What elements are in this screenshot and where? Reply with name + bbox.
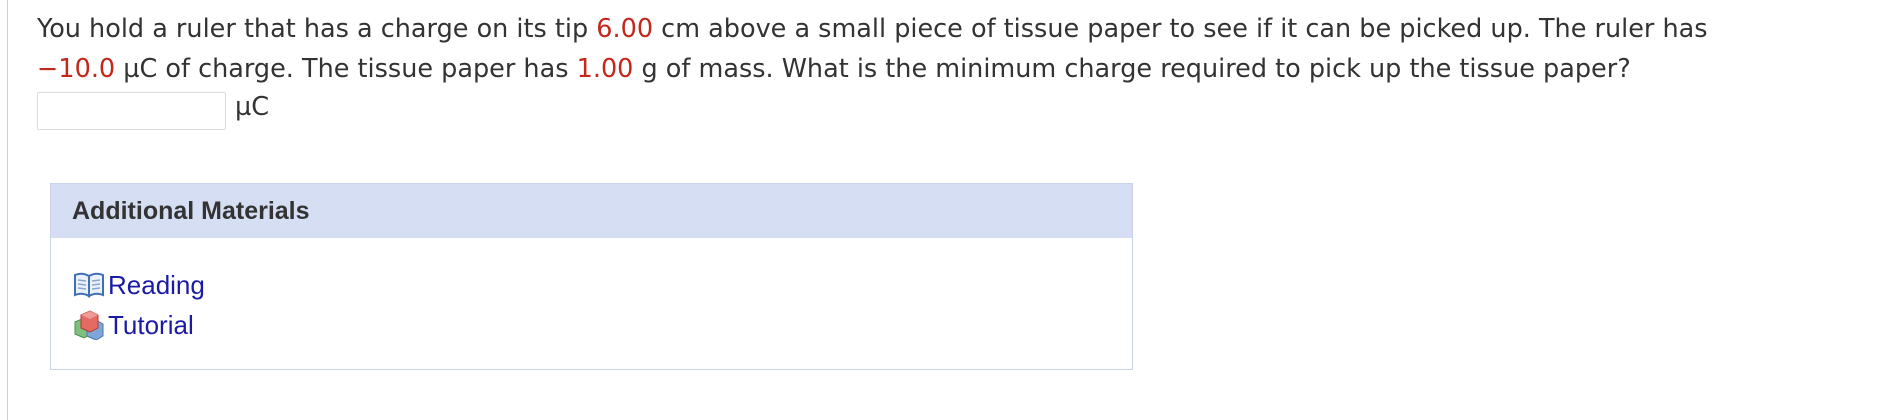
tutorial-link-item[interactable]: Tutorial: [72, 305, 1132, 345]
additional-materials-title: Additional Materials: [51, 184, 1132, 238]
book-icon: [72, 269, 106, 301]
ruler-charge-value: −10.0: [37, 54, 116, 84]
materials-list: Reading Tutorial: [51, 238, 1132, 345]
question-text-part: µC of charge. The tissue paper has: [115, 54, 577, 84]
mass-value: 1.00: [576, 54, 634, 84]
answer-row: µC: [37, 91, 269, 131]
reading-link-item[interactable]: Reading: [72, 265, 1132, 305]
answer-unit: µC: [235, 92, 270, 122]
question-text-part: You hold a ruler that has a charge on it…: [37, 14, 597, 44]
question-text-part: cm above a small piece of tissue paper t…: [653, 14, 1708, 44]
additional-materials-panel: Additional Materials Reading Tutorial: [50, 183, 1133, 370]
reading-link[interactable]: Reading: [108, 270, 205, 301]
question-text: You hold a ruler that has a charge on it…: [37, 9, 1857, 89]
tutorial-icon: [72, 309, 106, 341]
tutorial-link[interactable]: Tutorial: [108, 310, 194, 341]
question-text-part: g of mass. What is the minimum charge re…: [633, 54, 1631, 84]
answer-input[interactable]: [37, 92, 226, 130]
distance-value: 6.00: [596, 14, 654, 44]
